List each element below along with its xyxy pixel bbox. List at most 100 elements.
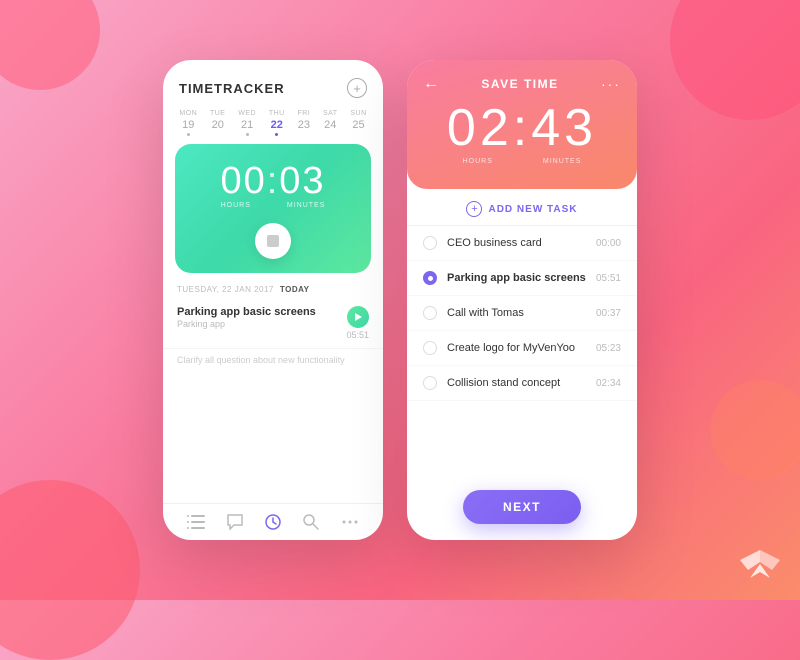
cal-day-num: 24 bbox=[324, 119, 336, 131]
radio-0 bbox=[423, 236, 437, 250]
calendar-day-19[interactable]: MON 19 bbox=[179, 110, 197, 136]
calendar-day-21[interactable]: WED 21 bbox=[238, 110, 256, 136]
date-label: TUESDAY, 22 JAN 2017 bbox=[177, 285, 274, 294]
more-options-button[interactable]: ··· bbox=[601, 76, 621, 92]
radio-3 bbox=[423, 341, 437, 355]
radio-1 bbox=[423, 271, 437, 285]
cal-dot bbox=[275, 133, 278, 136]
cal-day-name: THU bbox=[269, 110, 285, 117]
cal-day-name: TUE bbox=[210, 110, 226, 117]
big-hours-label: HOURS bbox=[463, 158, 493, 165]
right-phone-card: ← SAVE TIME ··· 02:43 HOURS MINUTES + AD… bbox=[407, 60, 637, 540]
app-title: TIMETRACKER bbox=[179, 81, 285, 96]
big-minutes-label: MINUTES bbox=[543, 158, 582, 165]
next-button-wrap: NEXT bbox=[407, 478, 637, 540]
hours-label: HOURS bbox=[221, 202, 251, 209]
radio-4 bbox=[423, 376, 437, 390]
date-section: TUESDAY, 22 JAN 2017 TODAY bbox=[163, 273, 383, 298]
bg-blob-top-left bbox=[0, 0, 100, 90]
timer-block: 00:03 HOURS MINUTES bbox=[175, 144, 371, 273]
nav-clock-icon[interactable] bbox=[263, 514, 283, 530]
cal-day-num: 23 bbox=[298, 119, 310, 131]
timer-colon: : bbox=[267, 160, 280, 202]
radio-inner bbox=[428, 276, 433, 281]
timer-minutes: 03 bbox=[279, 160, 325, 202]
cal-day-name: SAT bbox=[323, 110, 338, 117]
big-timer: 02:43 HOURS MINUTES bbox=[423, 102, 621, 165]
calendar-day-20[interactable]: TUE 20 bbox=[210, 110, 226, 136]
today-label: TODAY bbox=[280, 285, 310, 294]
task-name: Parking app basic screens bbox=[177, 306, 346, 318]
task-note: Clarify all question about new functiona… bbox=[163, 349, 383, 375]
timer-display: 00:03 bbox=[220, 162, 325, 200]
cal-day-num: 22 bbox=[271, 119, 283, 131]
big-timer-hours: 02 bbox=[447, 99, 513, 157]
task-subtitle: Parking app bbox=[177, 319, 346, 329]
task-item[interactable]: Parking app basic screens Parking app 05… bbox=[163, 298, 383, 349]
calendar-day-22[interactable]: THU 22 bbox=[269, 110, 285, 136]
task-info: Parking app basic screens Parking app bbox=[177, 306, 346, 329]
back-button[interactable]: ← bbox=[423, 76, 439, 92]
add-new-task-row[interactable]: + ADD NEW TASK bbox=[407, 189, 637, 226]
task-list: CEO business card 00:00 Parking app basi… bbox=[407, 226, 637, 478]
calendar-day-23[interactable]: FRI 23 bbox=[297, 110, 310, 136]
cal-dot bbox=[187, 133, 190, 136]
left-phone-card: TIMETRACKER + MON 19 TUE 20 WED 21 THU 2… bbox=[163, 60, 383, 540]
cal-day-name: MON bbox=[179, 110, 197, 117]
calendar-day-25[interactable]: SUN 25 bbox=[350, 110, 366, 136]
bg-blob-top-right bbox=[670, 0, 800, 120]
brand-logo bbox=[740, 550, 780, 580]
radio-2 bbox=[423, 306, 437, 320]
rtask-time: 05:51 bbox=[596, 273, 621, 284]
timer-hours: 00 bbox=[220, 160, 266, 202]
stop-icon bbox=[267, 235, 279, 247]
bg-blob-bottom-left bbox=[0, 480, 140, 660]
add-task-label: ADD NEW TASK bbox=[488, 204, 577, 215]
cal-day-name: WED bbox=[238, 110, 256, 117]
big-timer-display: 02:43 bbox=[423, 102, 621, 154]
minutes-label: MINUTES bbox=[287, 202, 326, 209]
cal-day-name: SUN bbox=[350, 110, 366, 117]
task-time: 05:51 bbox=[346, 330, 369, 340]
task-list-item[interactable]: Call with Tomas 00:37 bbox=[407, 296, 637, 331]
right-card-title: SAVE TIME bbox=[481, 77, 558, 91]
rtask-name: CEO business card bbox=[447, 237, 586, 249]
add-button[interactable]: + bbox=[347, 78, 367, 98]
task-list-item[interactable]: CEO business card 00:00 bbox=[407, 226, 637, 261]
task-list-item[interactable]: Create logo for MyVenYoo 05:23 bbox=[407, 331, 637, 366]
bg-blob-right bbox=[710, 380, 800, 480]
big-timer-colon: : bbox=[513, 99, 531, 157]
nav-chat-icon[interactable] bbox=[225, 514, 245, 530]
next-button[interactable]: NEXT bbox=[463, 490, 581, 524]
big-timer-labels: HOURS MINUTES bbox=[423, 158, 621, 165]
cal-day-num: 19 bbox=[182, 119, 194, 131]
rtask-time: 05:23 bbox=[596, 343, 621, 354]
rtask-time: 00:37 bbox=[596, 308, 621, 319]
rtask-name: Create logo for MyVenYoo bbox=[447, 342, 586, 354]
left-card-header: TIMETRACKER + bbox=[163, 60, 383, 106]
nav-list-icon[interactable] bbox=[186, 514, 206, 530]
play-button[interactable] bbox=[347, 306, 369, 328]
right-card-body: + ADD NEW TASK CEO business card 00:00 P… bbox=[407, 189, 637, 540]
cal-day-num: 21 bbox=[241, 119, 253, 131]
nav-dots-icon[interactable] bbox=[340, 514, 360, 530]
nav-search-icon[interactable] bbox=[301, 514, 321, 530]
bottom-nav bbox=[163, 503, 383, 540]
task-list-item[interactable]: Collision stand concept 02:34 bbox=[407, 366, 637, 401]
task-list-item[interactable]: Parking app basic screens 05:51 bbox=[407, 261, 637, 296]
play-icon bbox=[355, 313, 362, 321]
cal-day-name: FRI bbox=[297, 110, 310, 117]
rtask-time: 00:00 bbox=[596, 238, 621, 249]
rtask-name: Collision stand concept bbox=[447, 377, 586, 389]
cal-dot bbox=[246, 133, 249, 136]
rtask-time: 02:34 bbox=[596, 378, 621, 389]
stop-button[interactable] bbox=[255, 223, 291, 259]
right-header-row: ← SAVE TIME ··· bbox=[423, 76, 621, 92]
big-timer-minutes: 43 bbox=[531, 99, 597, 157]
calendar-week: MON 19 TUE 20 WED 21 THU 22 FRI 23 SAT 2… bbox=[163, 106, 383, 144]
right-card-header: ← SAVE TIME ··· 02:43 HOURS MINUTES bbox=[407, 60, 637, 189]
timer-labels: HOURS MINUTES bbox=[221, 202, 326, 209]
rtask-name: Call with Tomas bbox=[447, 307, 586, 319]
task-actions: 05:51 bbox=[346, 306, 369, 340]
calendar-day-24[interactable]: SAT 24 bbox=[323, 110, 338, 136]
